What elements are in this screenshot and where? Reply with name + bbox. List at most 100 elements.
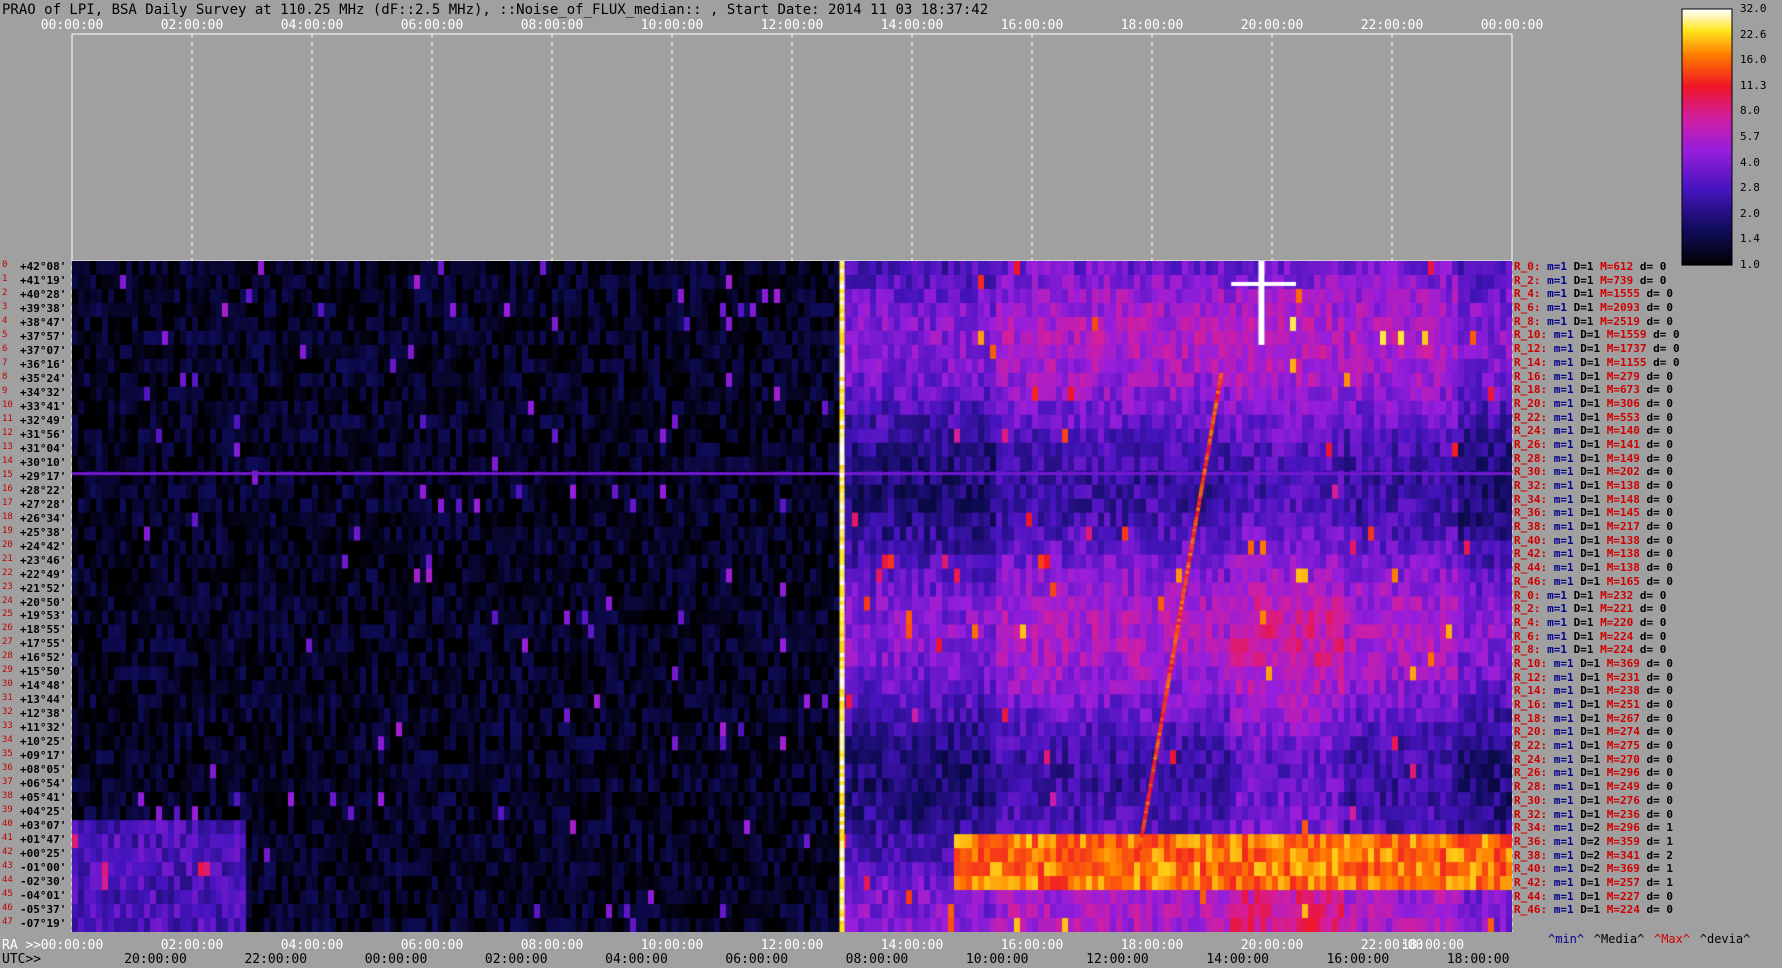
row-stat: R_2: m=1 D=1 M=221 d= 0: [1514, 602, 1666, 615]
row-index-label: 4: [2, 315, 8, 326]
row-stat: R_0: m=1 D=1 M=232 d= 0: [1514, 589, 1666, 602]
row-stat-field: d= 0: [1646, 301, 1673, 315]
declination-tick-label: +28°22': [20, 483, 67, 497]
row-stat-field: D=1: [1580, 410, 1607, 424]
row-stat-field: D=1: [1580, 369, 1607, 383]
row-stat-field: D=1: [1573, 260, 1601, 273]
row-stat: R_34: m=1 D=2 M=296 d= 1: [1514, 821, 1673, 834]
row-stat-field: R_46:: [1514, 574, 1554, 588]
row-stat-field: d= 0: [1646, 807, 1674, 821]
row-stat-field: M=296: [1606, 766, 1647, 780]
row-index-label: 7: [2, 357, 8, 368]
row-stat-field: D=1: [1580, 711, 1607, 725]
row-stat-field: m=1: [1553, 328, 1581, 342]
row-stat-field: d= 0: [1646, 479, 1674, 492]
row-index-label: 15: [2, 469, 13, 480]
row-stat-field: d= 0: [1646, 574, 1674, 588]
row-stat-field: m=1: [1553, 656, 1581, 670]
row-stat-field: R_8:: [1514, 314, 1548, 328]
row-stat-field: R_10:: [1514, 328, 1554, 342]
row-stat: R_26: m=1 D=1 M=296 d= 0: [1514, 766, 1673, 779]
row-stat-field: D=1: [1580, 424, 1607, 438]
row-index-label: 6: [2, 343, 8, 354]
ra-tick-label: 20:00:00: [1240, 938, 1304, 953]
row-stat: R_34: m=1 D=1 M=148 d= 0: [1514, 493, 1673, 506]
row-stat-field: m=1: [1547, 588, 1574, 602]
declination-tick-label: -01°00': [20, 861, 67, 875]
utc-tick-label: 00:00:00: [364, 952, 428, 967]
ra-tick-label: 06:00:00: [400, 938, 464, 953]
row-stat-field: m=1: [1553, 834, 1581, 848]
colorbar-tick-label: 16.0: [1740, 53, 1767, 67]
declination-tick-label: +36°16': [20, 357, 67, 371]
row-stat: R_2: m=1 D=1 M=739 d= 0: [1514, 274, 1666, 287]
row-stat-field: D=1: [1573, 615, 1601, 629]
row-stat-field: M=1555: [1600, 287, 1647, 301]
row-stat-field: D=1: [1580, 342, 1607, 356]
row-stat-field: R_30:: [1514, 793, 1554, 807]
utc-tick-label: 10:00:00: [965, 952, 1029, 967]
row-stat-field: M=232: [1600, 588, 1640, 602]
row-stat: R_12: m=1 D=1 M=231 d= 0: [1514, 671, 1673, 684]
row-stat-field: R_0:: [1514, 588, 1548, 602]
row-stat-field: R_22:: [1514, 410, 1554, 424]
row-stat-field: M=359: [1606, 834, 1647, 848]
row-stat-field: M=296: [1606, 821, 1647, 835]
row-stat-field: R_32:: [1514, 479, 1554, 492]
declination-tick-label: +20°50': [20, 595, 67, 609]
row-index-label: 21: [2, 553, 13, 564]
row-stat-field: R_6:: [1514, 301, 1548, 315]
top-axis-tick-label: 14:00:00: [880, 18, 944, 33]
declination-tick-label: +05°41': [20, 791, 67, 805]
row-stat-field: m=1: [1553, 766, 1581, 780]
row-stat-field: R_36:: [1514, 506, 1554, 520]
declination-tick-label: +33°41': [20, 399, 67, 413]
row-stat-field: M=238: [1606, 684, 1647, 698]
row-stat-field: m=1: [1553, 355, 1581, 369]
row-stat-field: d= 1: [1646, 834, 1674, 848]
row-stat-field: R_24:: [1514, 752, 1554, 766]
row-stat-field: M=279: [1606, 369, 1647, 383]
row-stat: R_20: m=1 D=1 M=306 d= 0: [1514, 397, 1673, 410]
row-stat: R_24: m=1 D=1 M=140 d= 0: [1514, 424, 1673, 437]
row-stat-field: D=1: [1573, 629, 1601, 643]
row-stat-field: D=1: [1580, 670, 1607, 684]
row-stat-field: R_4:: [1514, 615, 1548, 629]
row-stat-field: d= 1: [1646, 862, 1674, 876]
row-stat-field: R_20:: [1514, 725, 1554, 739]
row-index-label: 17: [2, 497, 13, 508]
declination-tick-label: +14°48': [20, 679, 67, 693]
row-stat-field: M=249: [1606, 780, 1647, 794]
row-stat-field: R_28:: [1514, 780, 1554, 794]
declination-tick-label: +38°47': [20, 315, 67, 329]
declination-tick-label: +27°28': [20, 497, 67, 511]
row-stat-field: R_42:: [1514, 875, 1554, 889]
ra-tick-label: 02:00:00: [160, 938, 224, 953]
row-index-label: 41: [2, 833, 13, 844]
row-stat-field: d= 0: [1653, 342, 1680, 356]
row-index-label: 40: [2, 819, 13, 830]
row-stat-field: d= 0: [1646, 547, 1674, 561]
row-stat-field: m=1: [1553, 739, 1581, 753]
row-stat: R_4: m=1 D=1 M=1555 d= 0: [1514, 287, 1673, 300]
utc-tick-label: 18:00:00: [1446, 952, 1510, 967]
row-stat-field: d= 0: [1646, 506, 1674, 520]
row-index-label: 2: [2, 287, 8, 298]
row-stat: R_16: m=1 D=1 M=251 d= 0: [1514, 698, 1673, 711]
row-stat-field: d= 0: [1646, 492, 1674, 506]
row-stat-field: D=1: [1580, 492, 1607, 506]
row-stat-field: m=1: [1553, 752, 1581, 766]
row-stat-field: R_40:: [1514, 533, 1554, 547]
row-stat-field: d= 0: [1639, 273, 1667, 287]
ra-tick-label: 14:00:00: [880, 938, 944, 953]
row-stat-field: D=2: [1580, 834, 1607, 848]
row-stat-field: D=1: [1580, 396, 1607, 410]
utc-axis-label: UTC>>: [2, 952, 42, 967]
row-stat-field: D=1: [1580, 520, 1607, 534]
row-stat-field: m=1: [1553, 465, 1581, 479]
row-stat-field: m=1: [1553, 342, 1581, 356]
row-stat: R_40: m=1 D=1 M=138 d= 0: [1514, 534, 1673, 547]
row-stat-field: D=1: [1580, 574, 1607, 588]
row-stat-field: D=1: [1580, 451, 1607, 465]
row-stat-field: M=306: [1606, 396, 1647, 410]
